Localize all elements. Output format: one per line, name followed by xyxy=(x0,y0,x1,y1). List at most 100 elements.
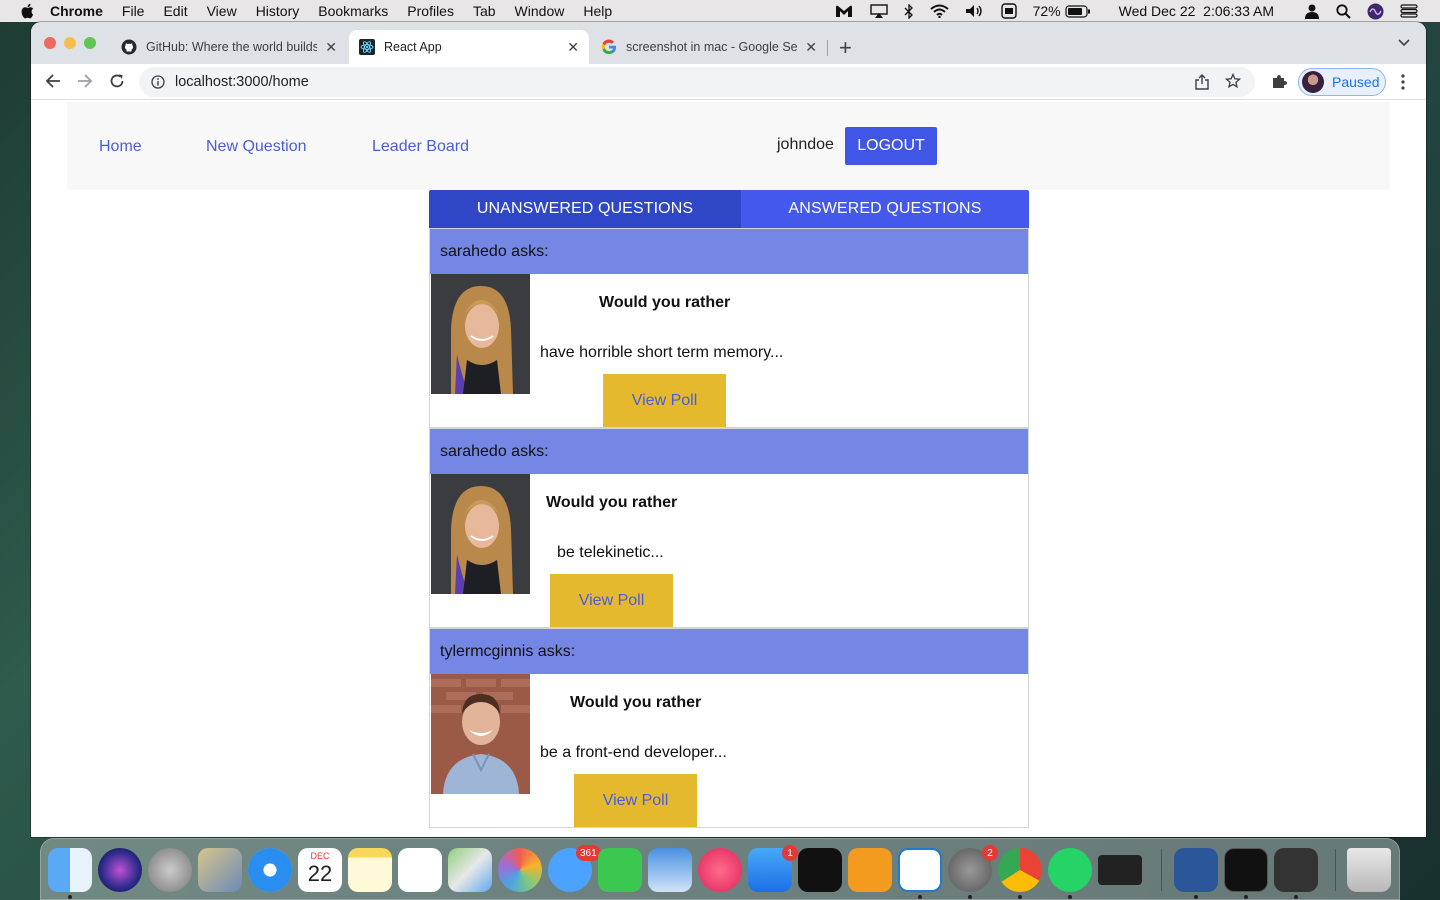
nav-leader-board-link[interactable]: Leader Board xyxy=(372,138,469,156)
battery-icon[interactable] xyxy=(1065,4,1091,18)
device-icon[interactable] xyxy=(1098,855,1142,885)
menubar-status-area: 72% Wed Dec 22 2:06:33 AM xyxy=(826,0,1440,22)
close-icon[interactable]: ✕ xyxy=(805,39,817,56)
app-navbar: Home New Question Leader Board johndoe L… xyxy=(67,102,1390,190)
keyboard-input-icon[interactable] xyxy=(1000,3,1017,19)
view-poll-button[interactable]: View Poll xyxy=(603,374,726,427)
siri-icon[interactable] xyxy=(1367,3,1384,20)
trash-icon[interactable] xyxy=(1347,848,1391,892)
dock-separator xyxy=(1335,849,1336,891)
share-icon[interactable] xyxy=(1195,74,1209,90)
tab-unanswered-questions[interactable]: UNANSWERED QUESTIONS xyxy=(429,190,741,228)
browser-tab-google[interactable]: screenshot in mac - Google Se ✕ xyxy=(591,30,827,64)
finder-icon[interactable] xyxy=(48,848,92,892)
forward-arrow-icon[interactable] xyxy=(77,73,93,89)
facetime-icon[interactable] xyxy=(598,848,642,892)
avatar xyxy=(1302,71,1324,93)
browser-window: GitHub: Where the world builds ✕ React A… xyxy=(31,22,1426,837)
running-indicator xyxy=(1294,895,1298,899)
nav-home-link[interactable]: Home xyxy=(99,138,142,156)
menubar-datetime[interactable]: Wed Dec 22 2:06:33 AM xyxy=(1119,3,1274,19)
menubar-app-name[interactable]: Chrome xyxy=(50,3,103,19)
browser-toolbar: localhost:3000/home Paused xyxy=(31,64,1426,100)
running-indicator xyxy=(1018,895,1022,899)
google-icon xyxy=(601,39,617,55)
question-option-preview: have horrible short term memory... xyxy=(540,344,784,361)
close-icon[interactable]: ✕ xyxy=(325,39,337,56)
tab-answered-questions[interactable]: ANSWERED QUESTIONS xyxy=(741,190,1029,228)
calendar-icon[interactable]: DEC 22 xyxy=(298,848,342,892)
url-text[interactable]: localhost:3000/home xyxy=(175,74,309,90)
messages-badge: 361 xyxy=(576,845,601,861)
chrome-icon[interactable] xyxy=(998,848,1042,892)
avatar xyxy=(431,474,530,594)
microsoft-word-icon[interactable] xyxy=(1174,848,1218,892)
menubar-edit[interactable]: Edit xyxy=(163,3,187,19)
browser-tab-react-app[interactable]: React App ✕ xyxy=(349,30,589,64)
apple-logo-icon[interactable] xyxy=(20,3,34,19)
close-icon[interactable]: ✕ xyxy=(567,39,579,56)
reminders-list-icon[interactable] xyxy=(398,848,442,892)
reload-icon[interactable] xyxy=(109,73,125,89)
vscode-icon[interactable] xyxy=(898,848,942,892)
calendar-month: DEC xyxy=(310,851,330,861)
question-option-preview: be telekinetic... xyxy=(557,544,664,561)
control-center-icon[interactable] xyxy=(1400,4,1418,18)
address-bar[interactable]: localhost:3000/home xyxy=(139,67,1255,97)
extensions-puzzle-icon[interactable] xyxy=(1271,73,1287,89)
menubar-window[interactable]: Window xyxy=(515,3,565,19)
user-icon[interactable] xyxy=(1304,4,1320,19)
wifi-icon[interactable] xyxy=(929,4,949,18)
logout-button[interactable]: LOGOUT xyxy=(845,127,937,165)
whatsapp-icon[interactable] xyxy=(1048,848,1092,892)
tab-strip: GitHub: Where the world builds ✕ React A… xyxy=(31,22,1426,64)
system-preferences-badge: 2 xyxy=(982,845,998,861)
github-icon xyxy=(121,39,137,55)
browser-tab-github[interactable]: GitHub: Where the world builds ✕ xyxy=(111,30,347,64)
question-title: Would you rather xyxy=(546,494,678,511)
terminal-icon[interactable] xyxy=(1224,848,1268,892)
sublime-text-icon[interactable] xyxy=(1274,848,1318,892)
more-vertical-icon[interactable] xyxy=(1401,74,1405,90)
menubar-view[interactable]: View xyxy=(207,3,237,19)
menubar-file[interactable]: File xyxy=(122,3,145,19)
malwarebytes-icon[interactable] xyxy=(834,4,854,18)
siri-icon[interactable] xyxy=(98,848,142,892)
notes-icon[interactable] xyxy=(348,848,392,892)
launchpad-rocket-icon[interactable] xyxy=(148,848,192,892)
books-icon[interactable] xyxy=(848,848,892,892)
site-info-icon[interactable] xyxy=(151,75,165,89)
view-poll-button[interactable]: View Poll xyxy=(550,574,673,627)
mail-stamp-icon[interactable] xyxy=(198,848,242,892)
airplay-icon[interactable] xyxy=(869,4,888,18)
photos-icon[interactable] xyxy=(498,848,542,892)
profile-button[interactable]: Paused xyxy=(1298,68,1386,96)
menubar-bookmarks[interactable]: Bookmarks xyxy=(318,3,388,19)
maps-icon[interactable] xyxy=(448,848,492,892)
safari-compass-icon[interactable] xyxy=(248,848,292,892)
keynote-icon[interactable] xyxy=(648,848,692,892)
tab-search-chevron-down-icon[interactable] xyxy=(1398,36,1410,48)
bookmark-star-icon[interactable] xyxy=(1225,73,1241,89)
volume-icon[interactable] xyxy=(965,4,985,18)
close-window-button[interactable] xyxy=(44,37,56,49)
back-arrow-icon[interactable] xyxy=(45,73,61,89)
new-tab-plus-icon[interactable]: + xyxy=(839,35,852,61)
running-indicator xyxy=(918,895,922,899)
menubar-help[interactable]: Help xyxy=(583,3,612,19)
bluetooth-icon[interactable] xyxy=(904,3,914,19)
menubar-history[interactable]: History xyxy=(256,3,300,19)
view-poll-button[interactable]: View Poll xyxy=(574,774,697,827)
question-asker: sarahedo asks: xyxy=(430,229,1028,274)
music-note-icon[interactable] xyxy=(698,848,742,892)
minimize-window-button[interactable] xyxy=(64,37,76,49)
menubar-profiles[interactable]: Profiles xyxy=(407,3,454,19)
spotlight-search-icon[interactable] xyxy=(1336,3,1351,19)
menubar-tab[interactable]: Tab xyxy=(473,3,496,19)
tab-title: GitHub: Where the world builds xyxy=(146,40,318,54)
tab-title: screenshot in mac - Google Se xyxy=(626,40,798,54)
zoom-window-button[interactable] xyxy=(84,37,96,49)
nav-new-question-link[interactable]: New Question xyxy=(206,138,307,156)
apple-tv-icon[interactable] xyxy=(798,848,842,892)
window-controls xyxy=(44,37,96,49)
